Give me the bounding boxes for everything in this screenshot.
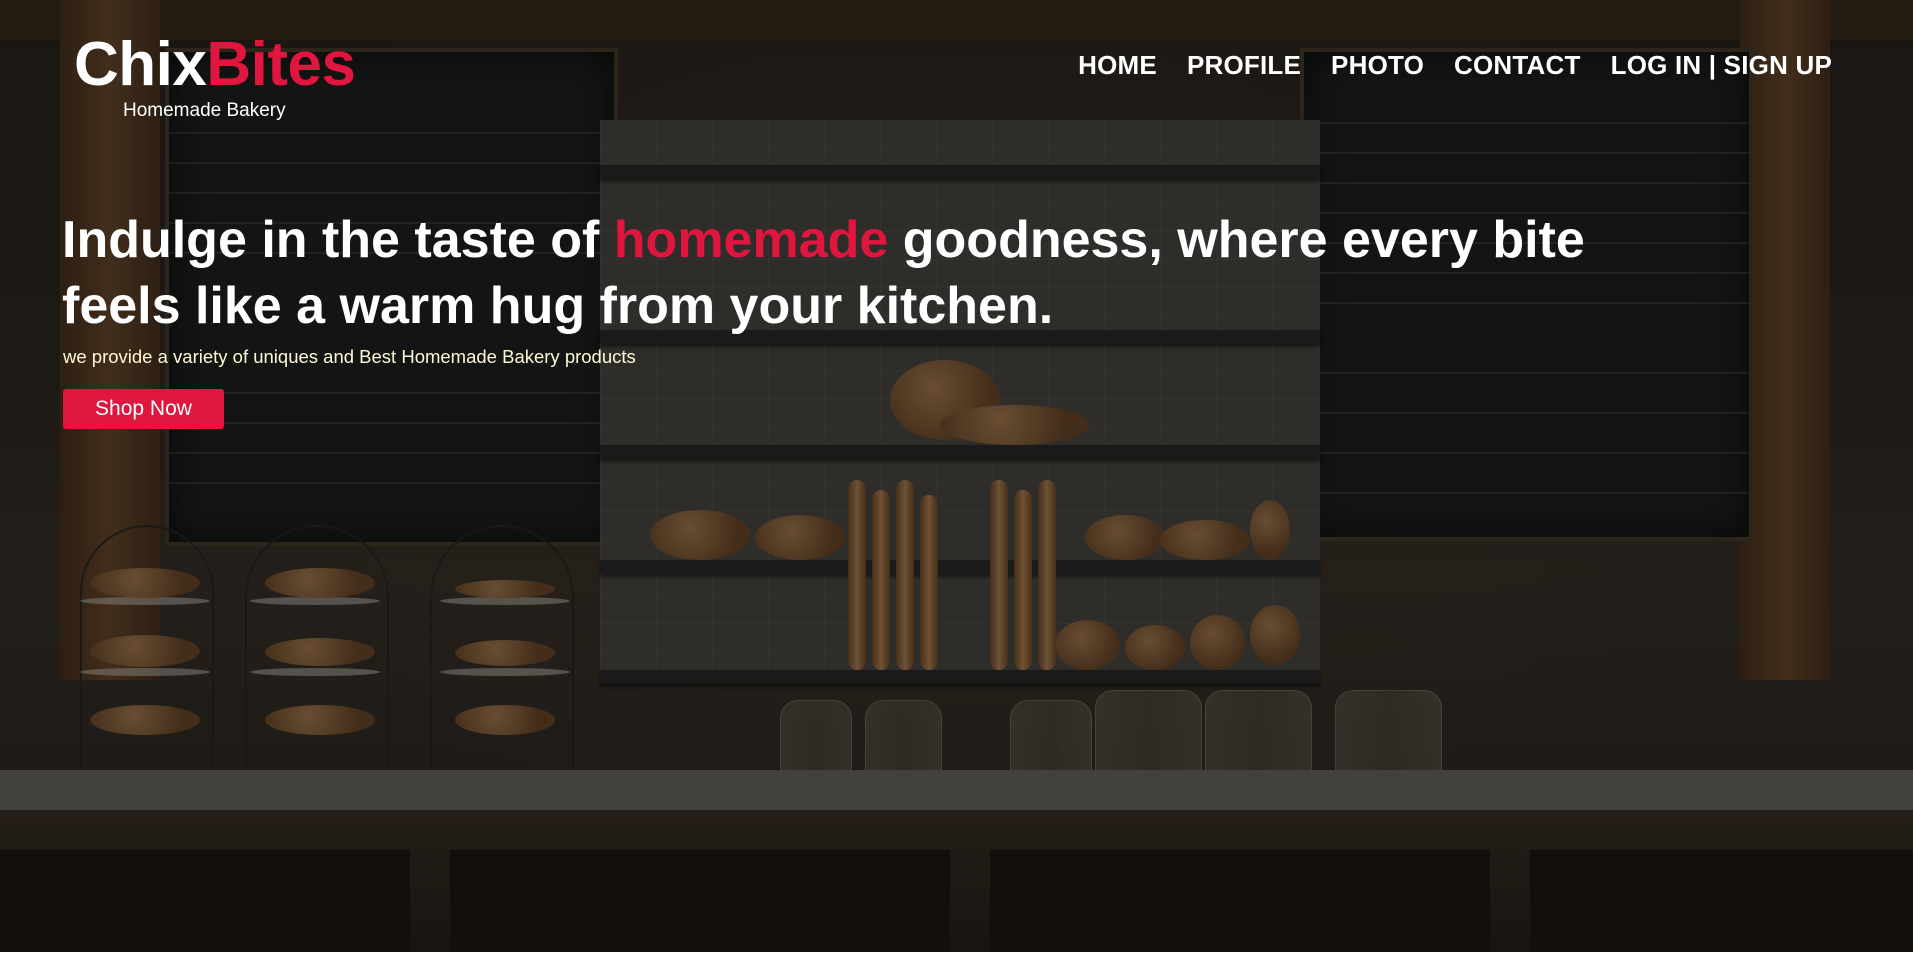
hero-headline-accent: homemade xyxy=(613,211,889,269)
brand-name: ChixBites xyxy=(74,30,356,100)
brand-name-part2: Bites xyxy=(206,30,356,99)
nav-item-photo[interactable]: PHOTO xyxy=(1331,50,1424,81)
hero-background-image xyxy=(0,0,1913,952)
brand-tagline: Homemade Bakery xyxy=(123,100,286,121)
hero-headline: Indulge in the taste of homemade goodnes… xyxy=(62,207,1622,339)
main-nav: HOME PROFILE PHOTO CONTACT LOG IN | SIGN… xyxy=(1078,50,1832,81)
hero-headline-start: Indulge in the taste of xyxy=(62,211,614,269)
brand-name-part1: Chix xyxy=(74,30,207,99)
nav-item-login-signup[interactable]: LOG IN | SIGN UP xyxy=(1611,50,1832,81)
hero-subtext: we provide a variety of uniques and Best… xyxy=(63,346,636,367)
nav-item-profile[interactable]: PROFILE xyxy=(1187,50,1301,81)
shop-now-button[interactable]: Shop Now xyxy=(63,389,224,429)
hero-section: ChixBites Homemade Bakery HOME PROFILE P… xyxy=(0,0,1913,952)
brand-logo[interactable]: ChixBites Homemade Bakery xyxy=(74,30,356,121)
nav-item-home[interactable]: HOME xyxy=(1078,50,1157,81)
nav-item-contact[interactable]: CONTACT xyxy=(1454,50,1581,81)
